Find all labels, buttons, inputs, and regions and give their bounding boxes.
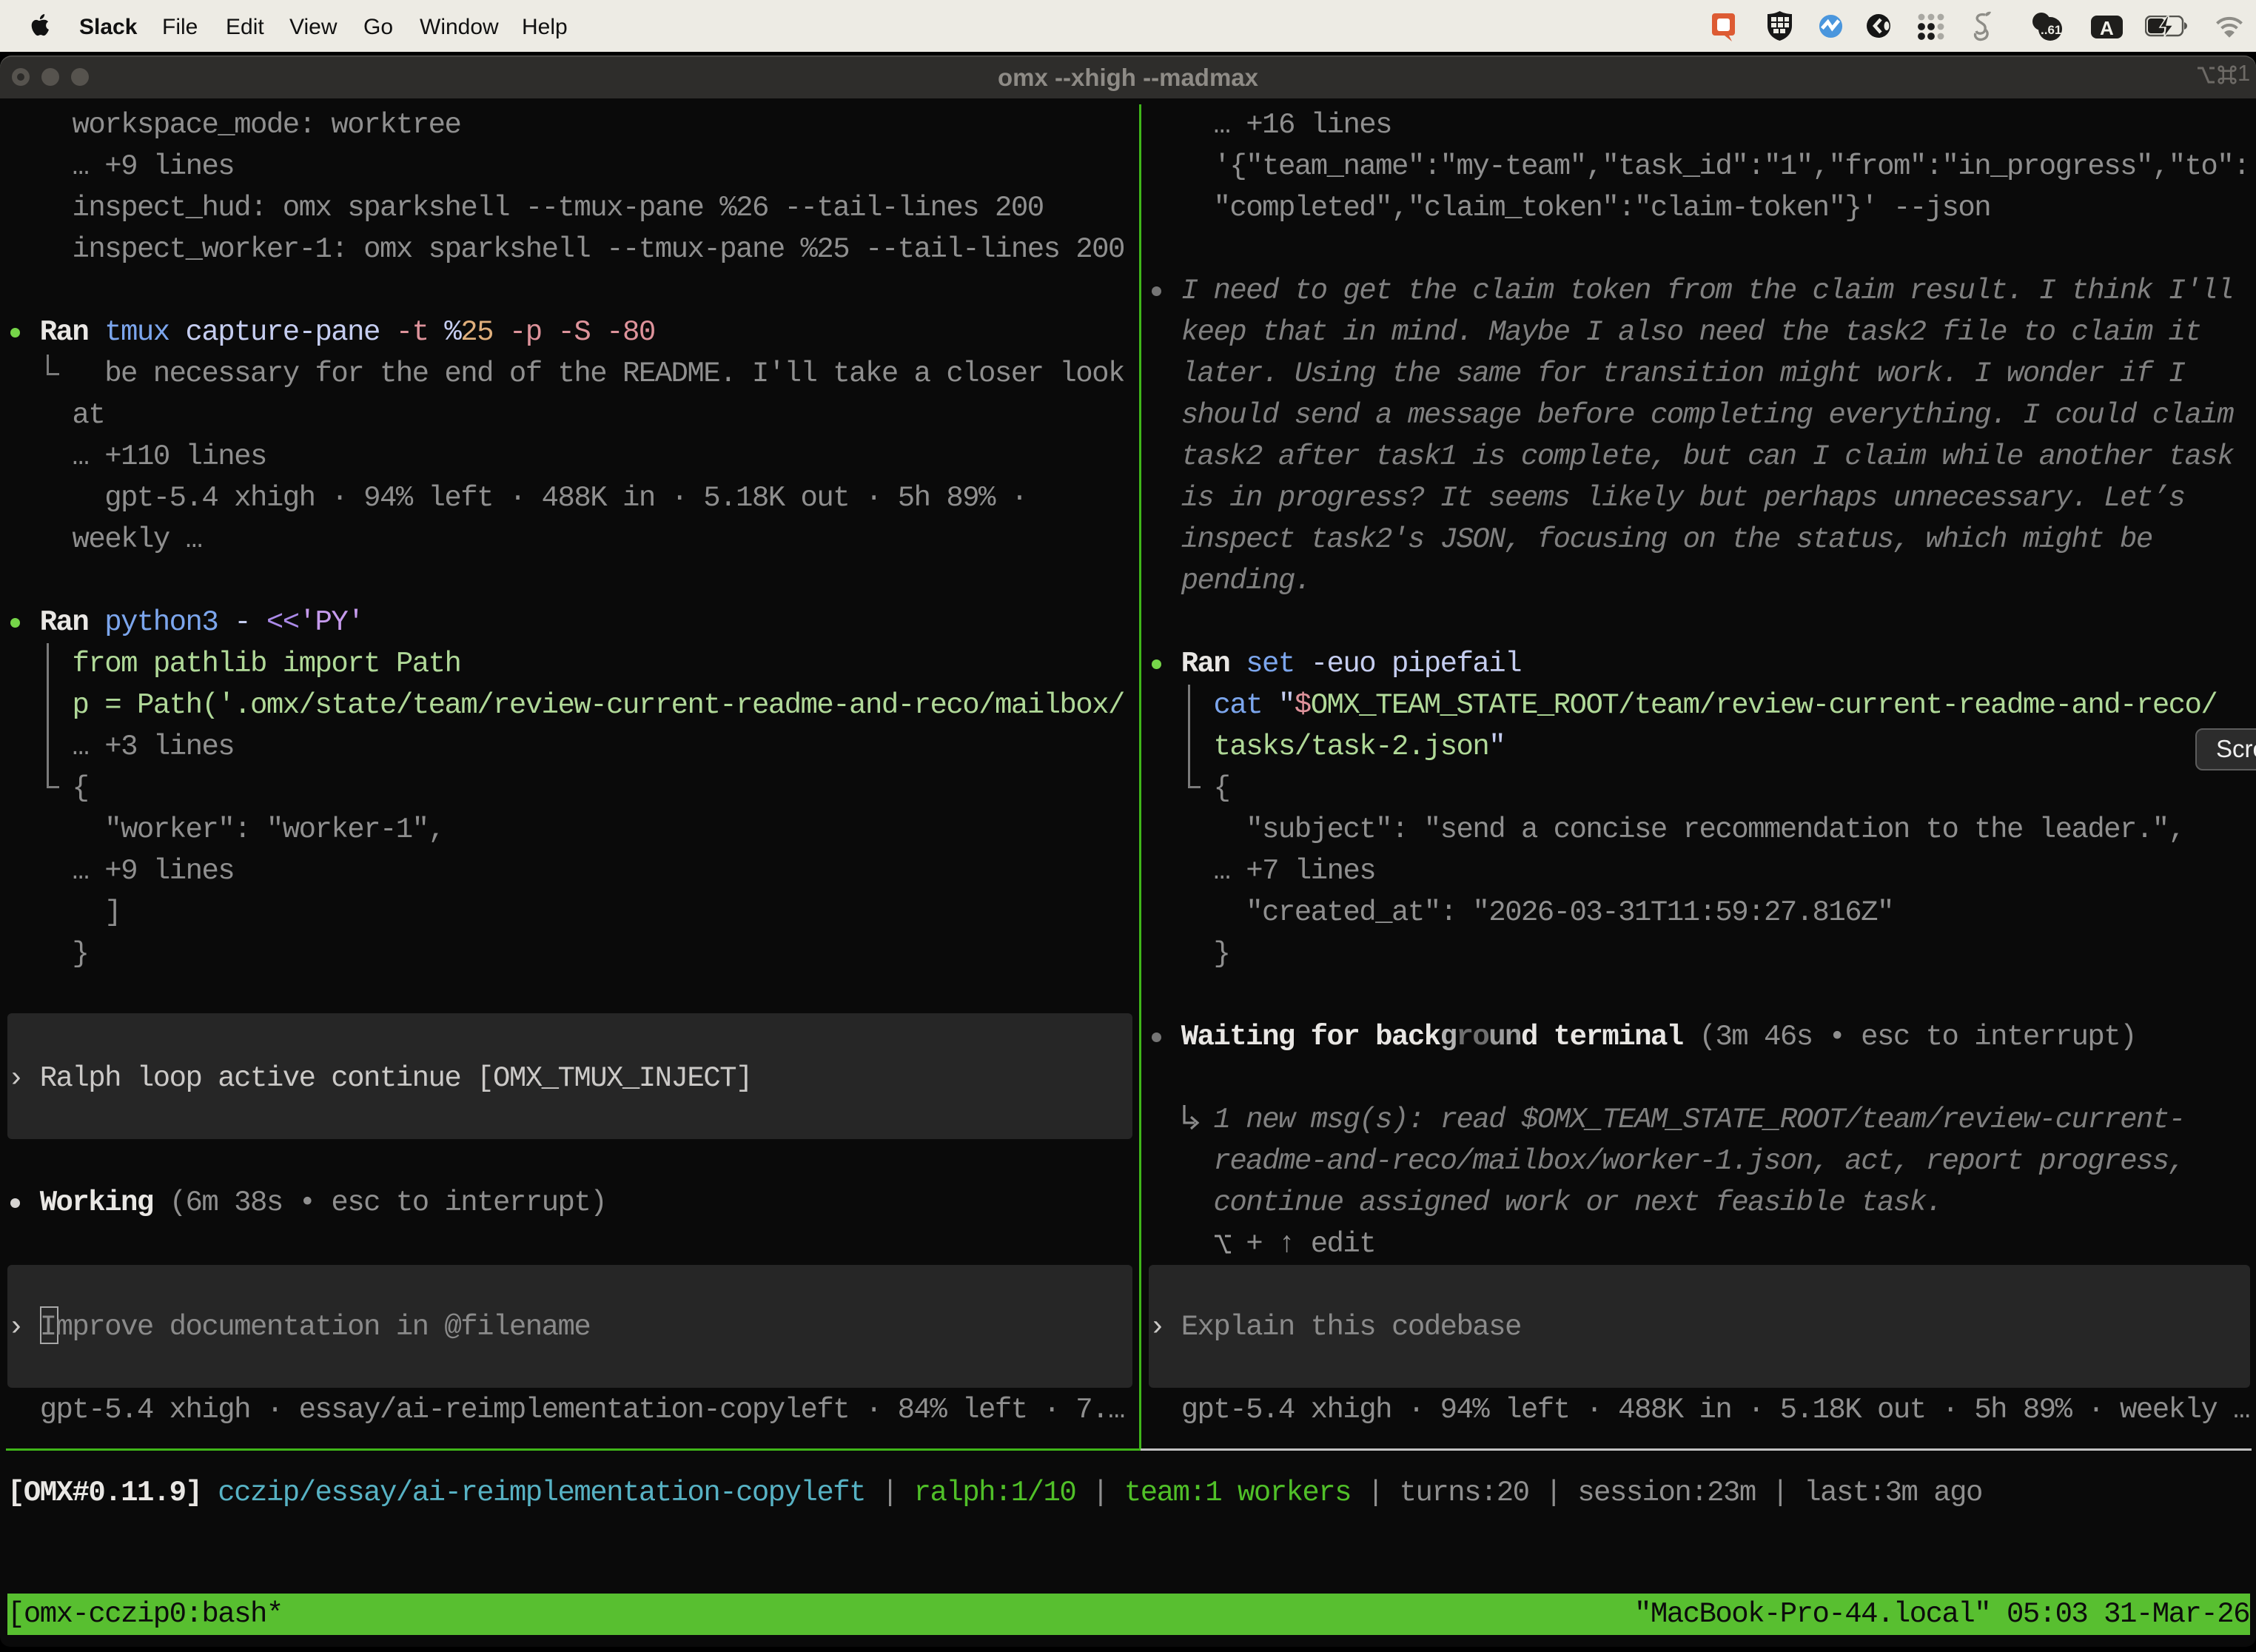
svg-text:A: A (2100, 17, 2114, 38)
svg-text:..61: ..61 (2041, 23, 2061, 37)
